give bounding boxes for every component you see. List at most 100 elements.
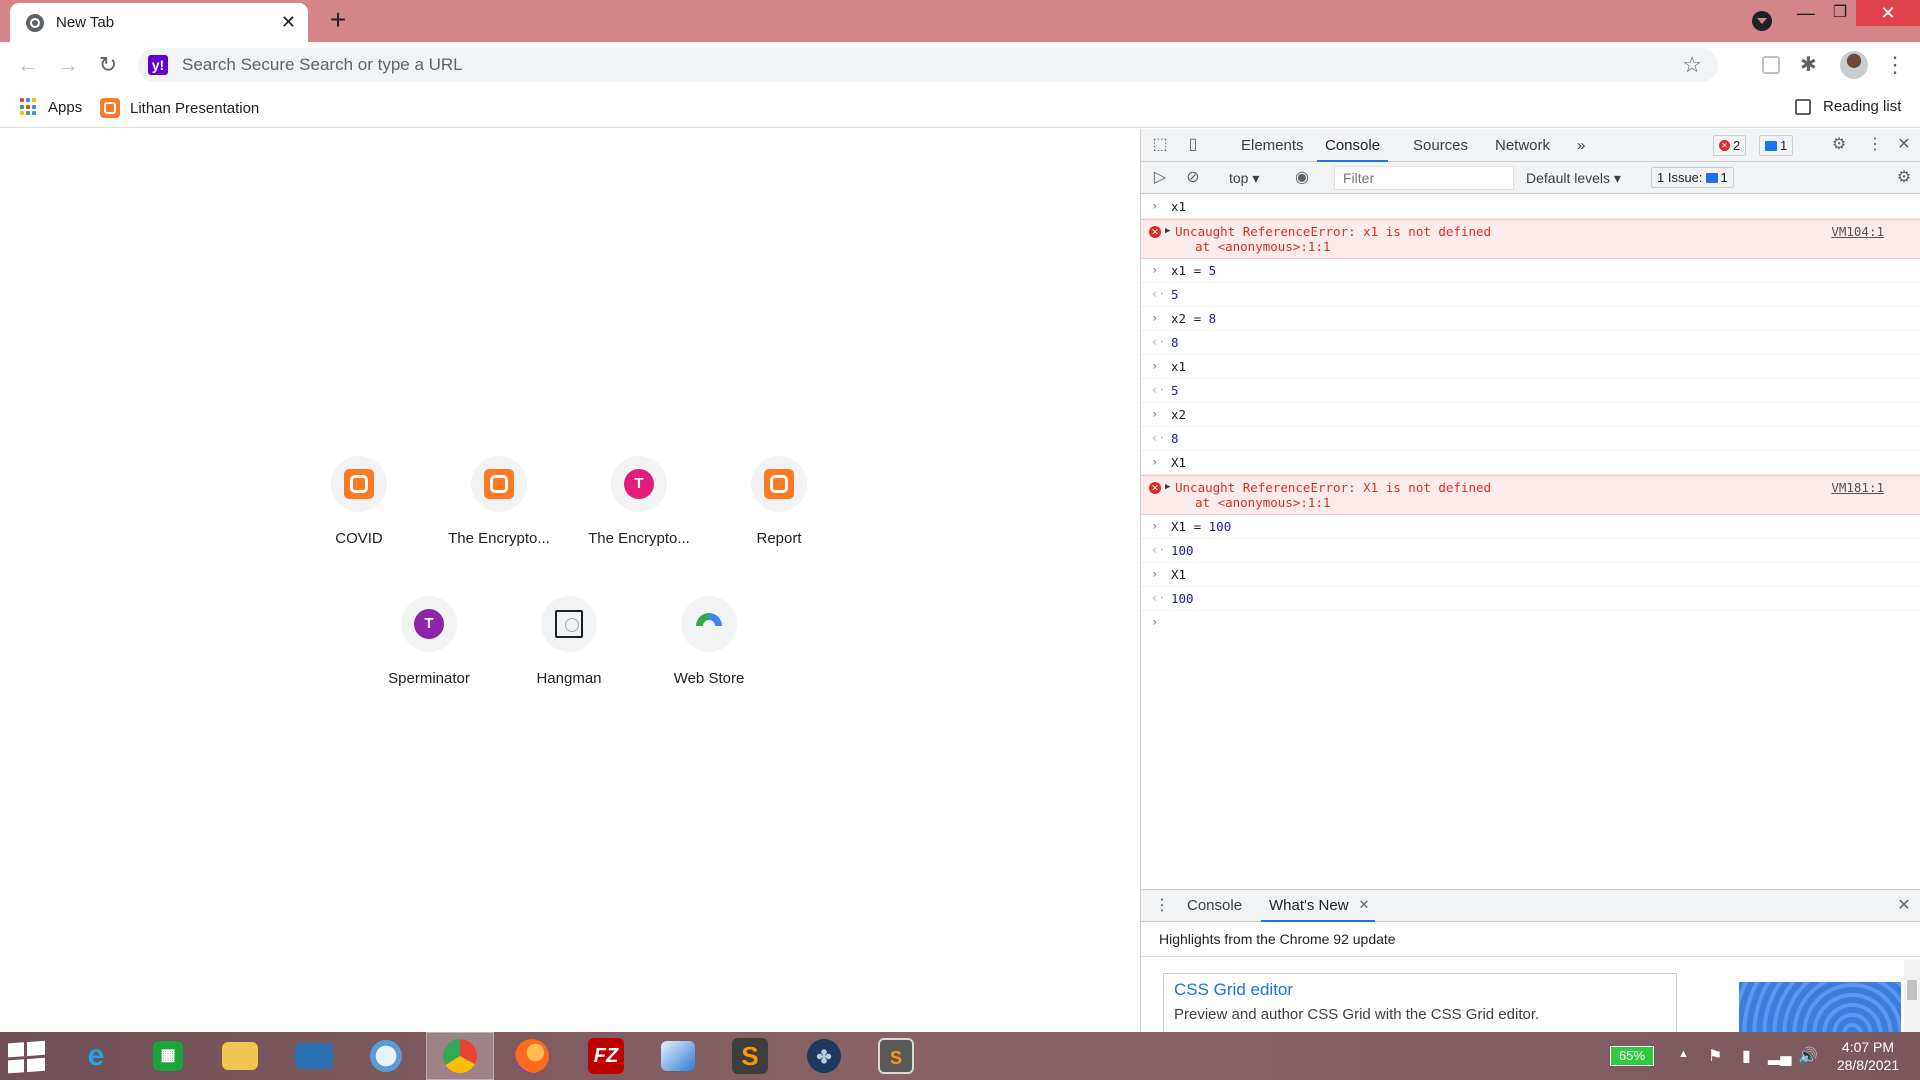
extensions-puzzle-icon[interactable]: ✱ [1800,54,1822,76]
extension-icon[interactable] [1762,56,1780,74]
taskbar-sublime-app[interactable]: S [862,1032,930,1080]
error-stack: at <anonymous>:1:1 [1195,239,1331,254]
taskbar-internet-explorer[interactable]: e [62,1032,130,1080]
forward-arrow-icon[interactable]: → [54,51,82,79]
whats-new-card[interactable]: CSS Grid editor Preview and author CSS G… [1163,973,1677,1033]
shortcut-tile[interactable]: Report [723,456,835,568]
sublime-icon: S [732,1038,768,1074]
log-levels-dropdown[interactable]: Default levels ▾ [1526,162,1621,194]
new-tab-button[interactable]: + [322,5,354,37]
tab-sources[interactable]: Sources [1413,129,1468,162]
reading-list-button[interactable]: Reading list [1795,98,1901,115]
close-drawer-icon[interactable]: ✕ [1895,897,1913,915]
bookmark-apps[interactable]: Apps [20,98,82,116]
context-selector[interactable]: top ▾ [1229,162,1259,194]
taskbar-chrome[interactable] [426,1032,494,1080]
taskbar-file-explorer[interactable] [206,1032,274,1080]
error-source-link[interactable]: VM104:1 [1831,224,1884,239]
live-expression-eye-icon[interactable]: ◉ [1293,169,1311,187]
console-log: › x1 ✕ ▶ Uncaught ReferenceError: x1 is no… [1141,195,1920,715]
inspect-element-icon[interactable]: ⬚ [1151,136,1169,154]
input-prompt-icon: › [1151,455,1159,469]
card-title[interactable]: CSS Grid editor [1174,980,1666,1000]
filter-input[interactable]: Filter [1334,166,1514,190]
input-prompt-icon: › [1151,263,1159,277]
close-tab-icon[interactable]: ✕ [1355,896,1373,914]
drawer-menu-icon[interactable]: ⋮ [1153,897,1171,915]
tab-new-tab[interactable]: New Tab ✕ [10,3,308,42]
shortcut-label: Web Store [673,670,745,687]
drawer-scrollbar[interactable] [1904,960,1920,1033]
shortcut-tile[interactable]: Hangman [513,596,625,708]
error-count-badge[interactable]: ✕ 2 [1713,135,1747,156]
tab-close-icon[interactable]: ✕ [281,12,296,33]
reading-list-icon [1795,98,1811,115]
console-error-row: ✕ ▶ Uncaught ReferenceError: X1 is not de… [1141,475,1920,515]
error-stack: at <anonymous>:1:1 [1195,495,1331,510]
error-source-link[interactable]: VM181:1 [1831,480,1884,495]
info-count: 1 [1780,138,1788,153]
battery-icon[interactable]: ▮ [1742,1046,1751,1066]
network-signal-icon[interactable]: ▂▄ [1768,1046,1792,1066]
taskbar-tree-app[interactable]: ✤ [790,1032,858,1080]
tab-elements[interactable]: Elements [1241,129,1304,162]
sidebar-toggle-icon[interactable]: ▷ [1151,169,1169,187]
show-hidden-icons-arrow[interactable]: ▲ [1678,1048,1689,1060]
devtools-menu-icon[interactable]: ⋮ [1866,136,1884,154]
info-count-badge[interactable]: 1 [1759,135,1794,156]
console-input-row: › X1 [1141,451,1920,475]
taskbar-sublime-text[interactable]: S [716,1032,784,1080]
console-settings-icon[interactable]: ⚙ [1895,169,1913,187]
tab-network[interactable]: Network [1495,129,1550,162]
console-text: x1 [1171,199,1187,214]
tab-console[interactable]: Console [1317,129,1389,162]
bookmark-star-icon[interactable]: ☆ [1682,52,1702,78]
clear-console-icon[interactable]: ⊘ [1184,169,1202,187]
console-output-row: ‹· 8 [1141,331,1920,355]
more-tabs-icon[interactable]: » [1577,129,1585,162]
taskbar-safari[interactable] [352,1032,420,1080]
device-toolbar-icon[interactable]: ▯ [1184,136,1202,154]
card-description: Preview and author CSS Grid with the CSS… [1174,1006,1540,1023]
console-prompt-icon: › [1151,615,1159,629]
taskbar-ink-app[interactable] [644,1032,712,1080]
taskbar-store[interactable]: ▦ [134,1032,202,1080]
volume-icon[interactable]: 🔊 [1798,1046,1818,1066]
tab-search-icon[interactable] [1752,11,1772,31]
action-flag-icon[interactable]: ⚑ [1708,1046,1722,1066]
bookmark-lithan-presentation[interactable]: Lithan Presentation [100,98,259,118]
back-arrow-icon[interactable]: ← [14,51,42,79]
omnibox[interactable]: y! Search Secure Search or type a URL ☆ [138,48,1718,82]
reload-icon[interactable]: ↻ [94,51,122,79]
settings-gear-icon[interactable]: ⚙ [1830,136,1848,154]
drawer-tab-bar: ⋮ Console What's New ✕ ✕ [1141,890,1920,922]
console-input-row: › X1 [1141,563,1920,587]
windows-start-icon[interactable] [8,1040,48,1074]
shortcut-label: COVID [335,530,383,547]
taskbar-filezilla[interactable]: FZ [572,1032,640,1080]
taskbar-remote-desktop[interactable] [280,1032,348,1080]
drawer-tab-console[interactable]: Console [1187,890,1242,922]
output-arrow-icon: ‹· [1151,543,1166,557]
shortcut-tile[interactable]: COVID [303,456,415,568]
profile-avatar[interactable] [1840,51,1868,79]
shortcut-tile[interactable]: The Encrypto... [443,456,555,568]
close-devtools-icon[interactable]: ✕ [1895,136,1913,154]
shortcut-tile[interactable]: T The Encrypto... [583,456,695,568]
chrome-menu-icon[interactable]: ⋮ [1884,54,1906,76]
shortcut-tile[interactable]: T Sperminator [373,596,485,708]
taskbar-firefox[interactable] [498,1032,566,1080]
expand-triangle-icon[interactable]: ▶ [1165,226,1170,236]
battery-indicator[interactable]: 65% [1610,1046,1654,1066]
omnibox-placeholder: Search Secure Search or type a URL [182,55,463,74]
expand-triangle-icon[interactable]: ▶ [1165,482,1170,492]
system-tray: 65% ▲ ⚑ ▮ ▂▄ 🔊 4:07 PM 28/8/2021 [1600,1032,1920,1080]
shortcut-tile[interactable]: Web Store [653,596,765,708]
tab-title: New Tab [56,14,115,31]
console-input-row: › x1 [1141,195,1920,219]
window-close-button[interactable]: ✕ [1856,0,1920,26]
clock-date: 28/8/2021 [1836,1057,1900,1073]
console-prompt-row[interactable]: › [1141,611,1920,631]
taskbar-clock[interactable]: 4:07 PM 28/8/2021 [1828,1038,1908,1074]
issues-button[interactable]: 1 Issue: 1 [1651,167,1734,188]
